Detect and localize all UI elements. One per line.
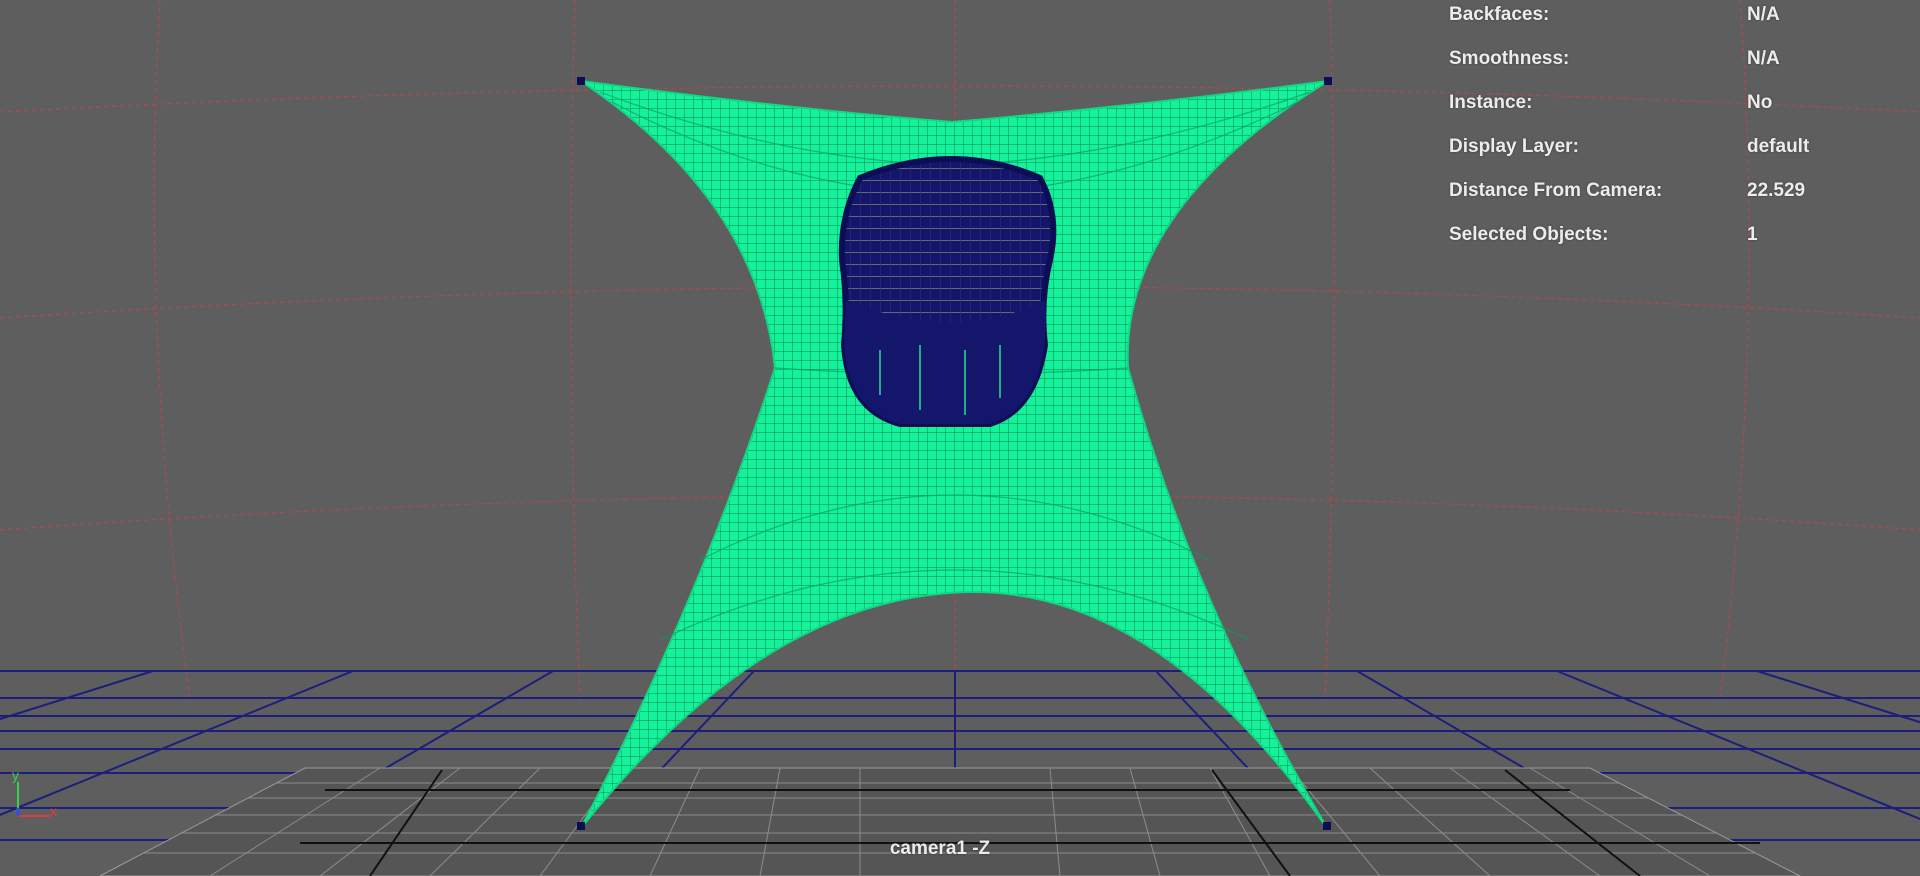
hud-label: Selected Objects:: [1449, 224, 1609, 245]
hud-row-distance-from-camera: Distance From Camera: 22.529: [1449, 176, 1889, 220]
hud-value: No: [1747, 92, 1773, 113]
axis-x-label: x: [50, 803, 57, 819]
hud-row-display-layer: Display Layer: default: [1449, 132, 1889, 176]
hud-row-smoothness: Smoothness: N/A: [1449, 44, 1889, 88]
hud-value: 22.529: [1747, 180, 1806, 201]
hud-value: default: [1747, 136, 1810, 157]
hud-row-instance: Instance: No: [1449, 88, 1889, 132]
hud-row-selected-objects: Selected Objects: 1: [1449, 220, 1889, 264]
hud-label: Instance:: [1449, 92, 1533, 113]
hud-value: N/A: [1747, 4, 1780, 25]
axis-y-label: y: [12, 768, 19, 783]
hud-label: Display Layer:: [1449, 136, 1579, 157]
hud-label: Smoothness:: [1449, 48, 1570, 69]
hud-row-backfaces: Backfaces: N/A: [1449, 0, 1889, 44]
hud-value: 1: [1747, 224, 1758, 245]
hud-label: Backfaces:: [1449, 4, 1550, 25]
view-axis-icon: y x: [12, 768, 57, 819]
camera-name-label: camera1 -Z: [889, 838, 991, 859]
hud-label: Distance From Camera:: [1449, 180, 1663, 201]
viewport-3d[interactable]: Backfaces: N/A Smoothness: N/A Instance:…: [0, 0, 1920, 876]
heads-up-display: Backfaces: N/A Smoothness: N/A Instance:…: [1449, 0, 1889, 264]
hud-value: N/A: [1747, 48, 1780, 69]
